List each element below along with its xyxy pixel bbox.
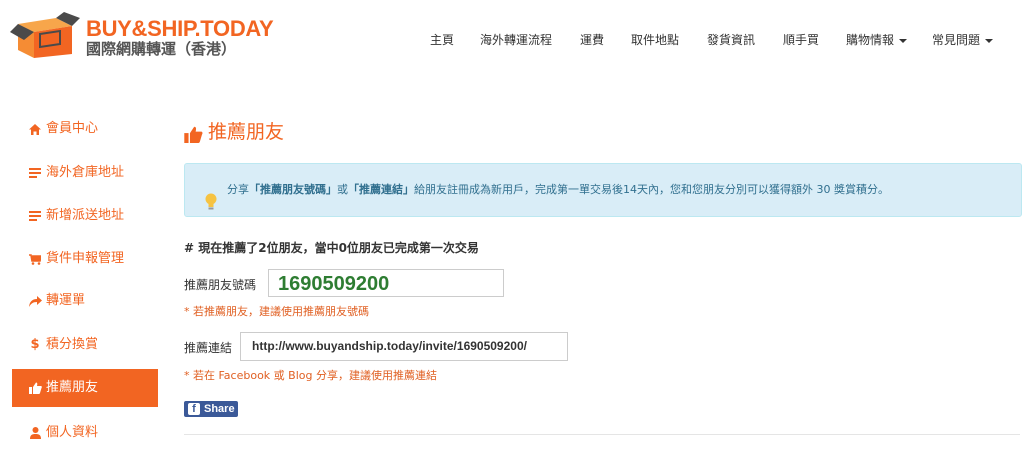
nav-home[interactable]: 主頁 — [430, 30, 454, 50]
referral-link-label: 推薦連結 — [184, 341, 233, 355]
section-divider — [184, 434, 1020, 435]
thumbs-up-icon — [184, 123, 203, 151]
brand-tagline: 國際網購轉運（香港） — [86, 40, 237, 58]
referral-code-hint: * 若推薦朋友，建議使用推薦朋友號碼 — [184, 305, 369, 318]
referral-link-field[interactable]: http://www.buyandship.today/invite/16905… — [240, 332, 568, 361]
chevron-down-icon — [899, 38, 908, 43]
nav-rates[interactable]: 運費 — [580, 30, 604, 50]
nav-buy-for-me[interactable]: 順手買 — [783, 30, 819, 50]
brand-name: BUY&SHIP.TODAY — [86, 16, 274, 41]
referral-code-field[interactable]: 1690509200 — [268, 269, 504, 297]
referral-info-alert: 分享「推薦朋友號碼」或「推薦連結」給朋友註冊成為新用戶，完成第一單交易後14天內… — [184, 163, 1022, 217]
nav-shopping-news[interactable]: 購物情報 — [846, 30, 908, 50]
sidebar-item-declarations[interactable]: 貨件申報管理 — [12, 240, 158, 278]
sidebar-item-points-rewards[interactable]: $ 積分換賞 — [12, 326, 158, 364]
thumbs-up-icon — [28, 369, 42, 407]
site-header: BUY&SHIP.TODAY 國際網購轉運（香港） 主頁 海外轉運流程 運費 取… — [0, 0, 1024, 80]
sidebar-item-overseas-warehouse[interactable]: 海外倉庫地址 — [12, 154, 158, 192]
sidebar-item-member-center[interactable]: 會員中心 — [12, 110, 158, 148]
nav-pickup-points[interactable]: 取件地點 — [631, 30, 679, 50]
lightbulb-icon — [205, 181, 217, 233]
nav-shipping-process[interactable]: 海外轉運流程 — [480, 30, 552, 50]
sidebar-item-add-address[interactable]: 新增派送地址 — [12, 197, 158, 235]
referral-summary: # 現在推薦了2位朋友，當中0位朋友已完成第一次交易 — [184, 241, 479, 255]
site-logo[interactable]: BUY&SHIP.TODAY 國際網購轉運（香港） — [10, 10, 310, 60]
list-icon — [28, 197, 42, 235]
dollar-icon: $ — [30, 337, 40, 352]
box-logo-icon — [10, 12, 80, 58]
sidebar-item-profile[interactable]: 個人資料 — [12, 414, 158, 452]
chevron-down-icon — [985, 38, 994, 43]
facebook-icon: f — [188, 403, 200, 415]
referral-code-label: 推薦朋友號碼 — [184, 278, 257, 292]
sidebar-item-forwarding-orders[interactable]: 轉運單 — [12, 282, 158, 320]
nav-faq[interactable]: 常見問題 — [932, 30, 994, 50]
referral-link-hint: * 若在 Facebook 或 Blog 分享，建議使用推薦連結 — [184, 369, 437, 382]
list-icon — [28, 154, 42, 192]
sidebar-item-refer-friends[interactable]: 推薦朋友 — [12, 369, 158, 407]
facebook-share-button[interactable]: f Share — [184, 401, 238, 417]
cart-icon — [28, 240, 42, 278]
nav-delivery-info[interactable]: 發貨資訊 — [707, 30, 755, 50]
share-arrow-icon — [28, 282, 42, 320]
user-icon — [28, 414, 42, 452]
home-icon — [28, 110, 42, 148]
